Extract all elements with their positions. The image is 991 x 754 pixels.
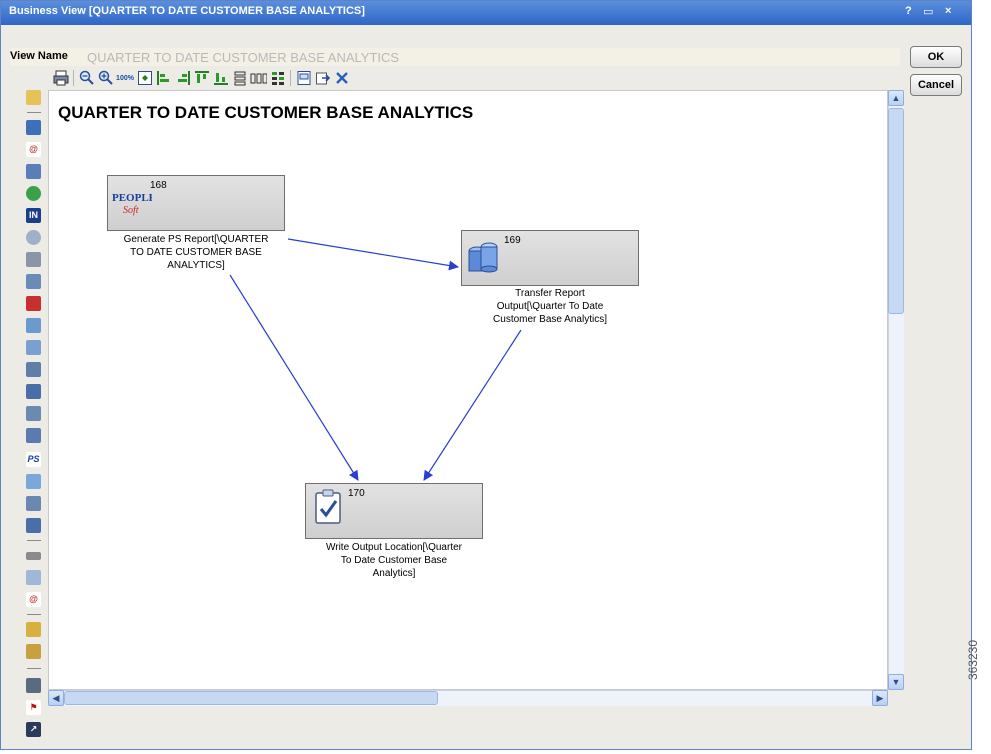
gears-icon[interactable] bbox=[26, 318, 41, 333]
node-label-170: Write Output Location[\Quarter To Date C… bbox=[284, 541, 504, 580]
comment-icon[interactable] bbox=[26, 678, 41, 693]
at-400-icon[interactable]: @ bbox=[26, 142, 41, 157]
export-icon[interactable] bbox=[314, 70, 331, 87]
node-number: 170 bbox=[348, 488, 365, 499]
shortcut-icon[interactable]: ↗ bbox=[26, 722, 41, 737]
binoculars-icon[interactable] bbox=[26, 518, 41, 533]
database-stack-icon[interactable] bbox=[26, 252, 41, 267]
gear-blue-icon[interactable] bbox=[26, 340, 41, 355]
node-label-line: Output[\Quarter To Date bbox=[496, 301, 604, 312]
email-at-icon[interactable]: @ bbox=[26, 592, 41, 607]
title-bar: Business View [QUARTER TO DATE CUSTOMER … bbox=[1, 1, 971, 25]
distribute-horizontal-icon[interactable] bbox=[250, 70, 267, 87]
node-label-169: Transfer Report Output[\Quarter To Date … bbox=[450, 287, 650, 326]
node-label-168: Generate PS Report[\QUARTER TO DATE CUST… bbox=[96, 233, 296, 272]
node-label-line: Write Output Location[\Quarter bbox=[326, 542, 462, 553]
globe-color-icon[interactable] bbox=[26, 186, 41, 201]
scroll-left-icon[interactable]: ◀ bbox=[48, 690, 64, 706]
open-folder-icon[interactable] bbox=[26, 622, 41, 637]
windows-icon[interactable] bbox=[26, 384, 41, 399]
report-chart-icon[interactable] bbox=[26, 296, 41, 311]
view-name-input[interactable] bbox=[87, 48, 887, 66]
job-node-169[interactable]: 169 bbox=[461, 230, 639, 286]
delete-icon[interactable] bbox=[333, 70, 350, 87]
window-title: Business View [QUARTER TO DATE CUSTOMER … bbox=[9, 5, 365, 17]
restore-icon[interactable]: ▭ bbox=[923, 5, 933, 18]
clipboard-check-icon bbox=[314, 488, 344, 528]
globe-gear-icon[interactable] bbox=[26, 474, 41, 489]
node-label-line: To Date Customer Base bbox=[340, 555, 448, 566]
cancel-button[interactable]: Cancel bbox=[910, 74, 962, 96]
checklist-icon[interactable] bbox=[26, 120, 41, 135]
job-node-168[interactable]: PEOPLE Soft 168 bbox=[107, 175, 285, 231]
align-right-icon[interactable] bbox=[174, 70, 191, 87]
toolbar-separator bbox=[290, 70, 291, 86]
align-bottom-icon[interactable] bbox=[212, 70, 229, 87]
folder-tree-icon[interactable] bbox=[26, 644, 41, 659]
flag-icon[interactable]: ⚑ bbox=[26, 700, 41, 715]
zoom-in-icon[interactable] bbox=[97, 70, 114, 87]
informatica-icon[interactable]: IN bbox=[26, 208, 41, 223]
folder-note-icon[interactable] bbox=[26, 90, 41, 105]
vertical-scroll-thumb[interactable] bbox=[888, 108, 904, 314]
palette-separator bbox=[27, 668, 41, 669]
peoplesoft-icon: PEOPLE Soft bbox=[112, 188, 156, 218]
ok-button[interactable]: OK bbox=[910, 46, 962, 68]
node-number: 169 bbox=[504, 235, 521, 246]
align-left-icon[interactable] bbox=[155, 70, 172, 87]
close-icon[interactable]: × bbox=[945, 5, 951, 17]
network-gear-icon[interactable] bbox=[26, 428, 41, 443]
align-top-icon[interactable] bbox=[193, 70, 210, 87]
view-name-row: View Name bbox=[10, 48, 900, 66]
globe-icon[interactable] bbox=[26, 230, 41, 245]
grid-icon[interactable] bbox=[269, 70, 286, 87]
distribute-vertical-icon[interactable] bbox=[231, 70, 248, 87]
palette-separator bbox=[27, 112, 41, 113]
palette-separator bbox=[27, 614, 41, 615]
node-label-line: Customer Base Analytics] bbox=[493, 314, 607, 325]
page-icon[interactable] bbox=[295, 70, 312, 87]
node-label-line: Generate PS Report[\QUARTER bbox=[123, 234, 269, 245]
fit-to-window-icon[interactable] bbox=[136, 70, 153, 87]
node-label-line: Analytics] bbox=[372, 568, 416, 579]
scroll-down-icon[interactable]: ▼ bbox=[888, 674, 904, 690]
process-icon[interactable] bbox=[26, 274, 41, 289]
figure-id: 363230 bbox=[966, 640, 980, 681]
canvas-title: QUARTER TO DATE CUSTOMER BASE ANALYTICS bbox=[58, 103, 474, 122]
zoom-out-icon[interactable] bbox=[78, 70, 95, 87]
node-label-line: ANALYTICS] bbox=[167, 260, 225, 271]
help-icon[interactable]: ? bbox=[905, 5, 912, 17]
node-label-line: TO DATE CUSTOMER BASE bbox=[130, 247, 262, 258]
print-icon[interactable] bbox=[52, 70, 69, 87]
toolbar-separator bbox=[73, 70, 74, 86]
peoplesoft-palette-icon[interactable]: PS bbox=[26, 452, 41, 467]
job-node-170[interactable]: 170 bbox=[305, 483, 483, 539]
peoplesoft-logo-top: PEOPLE bbox=[112, 192, 152, 204]
transfer-database-icon bbox=[466, 237, 500, 277]
database-gear-icon[interactable] bbox=[26, 496, 41, 511]
diagram-toolbar: 100% bbox=[52, 68, 350, 88]
input-field-icon[interactable] bbox=[26, 552, 41, 560]
server-gear-icon[interactable] bbox=[26, 406, 41, 421]
zoom-100-icon[interactable]: 100% bbox=[116, 70, 134, 87]
scroll-up-icon[interactable]: ▲ bbox=[888, 90, 904, 106]
palette-separator bbox=[27, 540, 41, 541]
scroll-right-icon[interactable]: ▶ bbox=[872, 690, 888, 706]
xml-icon[interactable] bbox=[26, 570, 41, 585]
peoplesoft-logo-bottom: Soft bbox=[123, 205, 139, 216]
server-icon[interactable] bbox=[26, 362, 41, 377]
node-number: 168 bbox=[150, 180, 167, 191]
view-name-label: View Name bbox=[10, 50, 68, 62]
node-label-line: Transfer Report bbox=[515, 288, 585, 299]
horizontal-scroll-thumb[interactable] bbox=[64, 691, 438, 705]
gauge-icon[interactable] bbox=[26, 164, 41, 179]
